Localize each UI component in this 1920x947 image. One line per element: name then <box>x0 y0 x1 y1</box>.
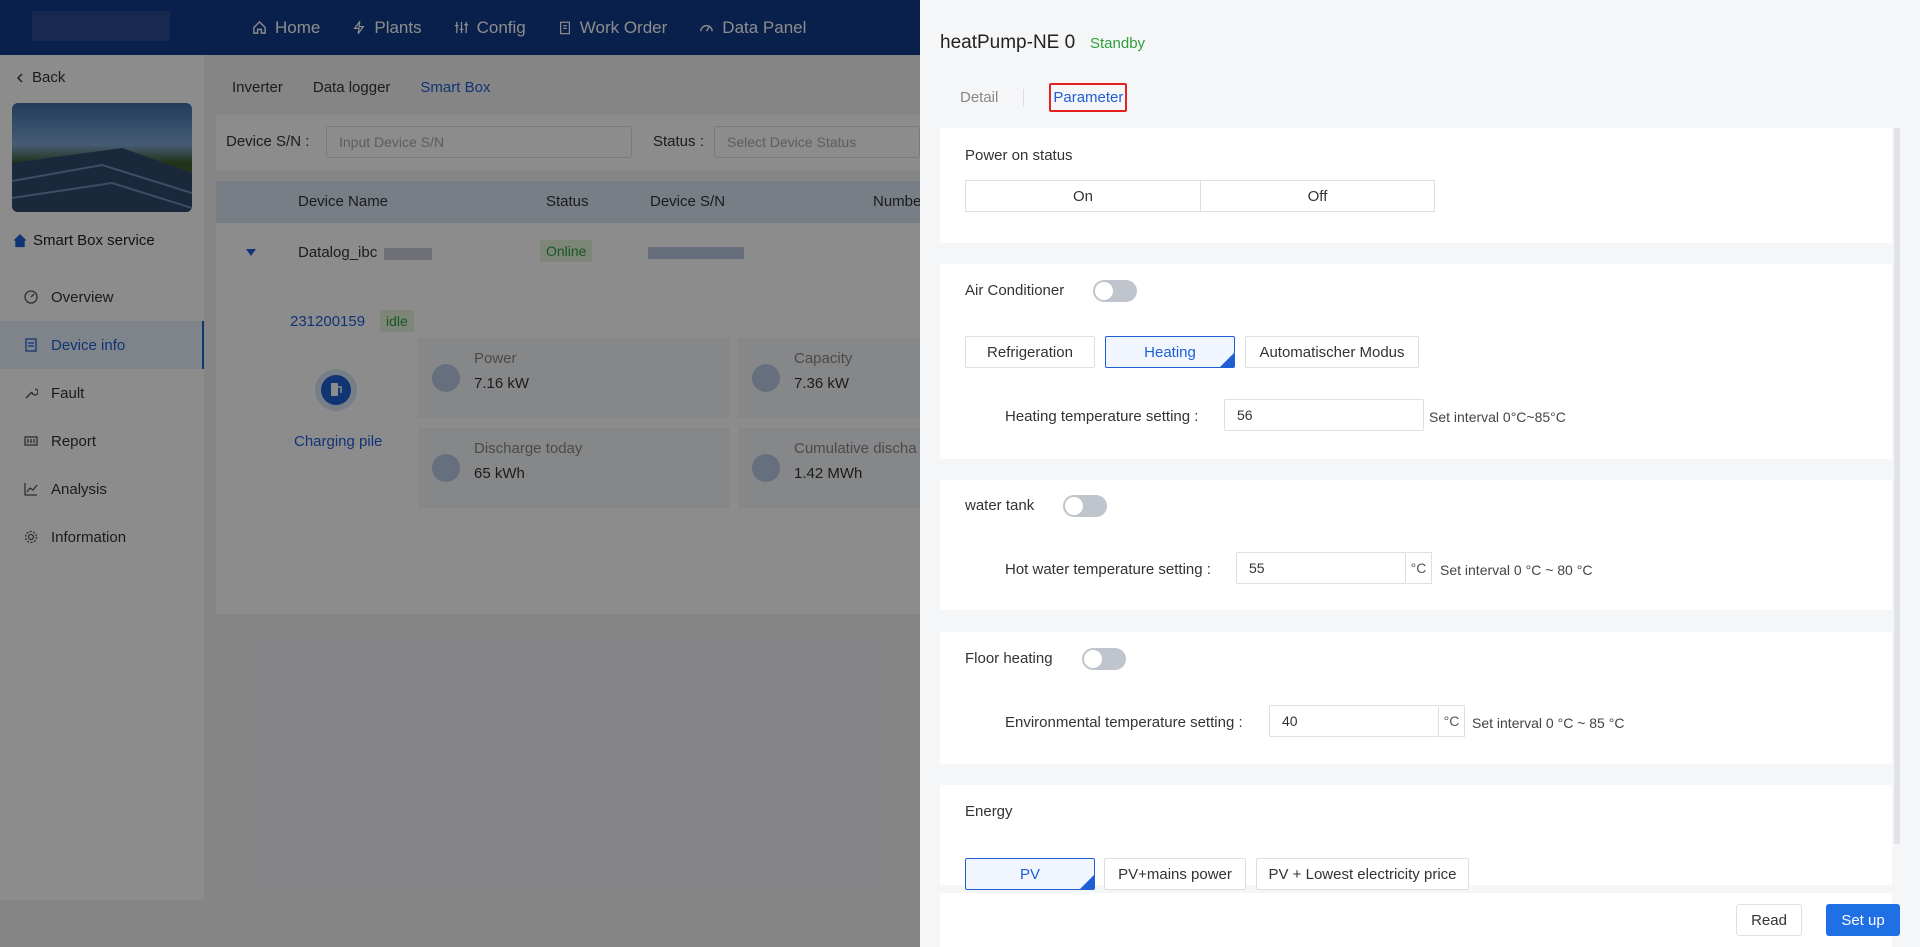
hot-water-temp-hint: Set interval 0 °C ~ 80 °C <box>1440 562 1593 578</box>
mode-refrigeration[interactable]: Refrigeration <box>965 336 1095 368</box>
tab-detail[interactable]: Detail <box>960 89 998 106</box>
tab-parameter[interactable]: Parameter <box>1049 83 1128 112</box>
hot-water-temp-label: Hot water temperature setting : <box>1005 561 1211 578</box>
mode-heating[interactable]: Heating <box>1105 336 1235 368</box>
hot-water-temp-unit: °C <box>1406 552 1432 584</box>
energy-section: Energy PV PV+mains power PV + Lowest ele… <box>940 785 1892 890</box>
heating-temp-input[interactable]: 56 <box>1224 399 1424 431</box>
drawer-tabs: Detail Parameter <box>960 83 1128 112</box>
power-on-button[interactable]: On <box>966 181 1200 211</box>
air-conditioner-section: Air Conditioner Refrigeration Heating Au… <box>940 264 1892 459</box>
setup-button[interactable]: Set up <box>1826 904 1900 936</box>
heating-temp-hint: Set interval 0°C~85°C <box>1429 409 1566 425</box>
power-toggle-group: On Off <box>965 180 1435 212</box>
tank-title: water tank <box>965 497 1035 514</box>
energy-pv[interactable]: PV <box>965 858 1095 890</box>
power-off-button[interactable]: Off <box>1200 181 1434 211</box>
env-temp-unit: °C <box>1439 705 1465 737</box>
hot-water-temp-input[interactable]: 55 <box>1236 552 1406 584</box>
power-section: Power on status On Off <box>940 128 1892 243</box>
floor-title: Floor heating <box>965 650 1053 667</box>
energy-title: Energy <box>965 803 1013 820</box>
device-status: Standby <box>1090 35 1146 52</box>
water-tank-section: water tank Hot water temperature setting… <box>940 480 1892 610</box>
drawer-title: heatPump-NE 0 <box>940 32 1076 53</box>
env-temp-input[interactable]: 40 <box>1269 705 1439 737</box>
mode-automatic[interactable]: Automatischer Modus <box>1245 336 1419 368</box>
ac-switch[interactable] <box>1093 280 1137 302</box>
energy-pv-mains[interactable]: PV+mains power <box>1104 858 1246 890</box>
env-temp-label: Environmental temperature setting : <box>1005 714 1243 731</box>
drawer-footer: Read Set up <box>940 893 1900 947</box>
modal-overlay[interactable] <box>0 0 920 947</box>
ac-title: Air Conditioner <box>965 282 1065 299</box>
tank-switch[interactable] <box>1063 495 1107 517</box>
env-temp-hint: Set interval 0 °C ~ 85 °C <box>1472 715 1625 731</box>
floor-heating-section: Floor heating Environmental temperature … <box>940 632 1892 764</box>
drawer-scrollbar[interactable] <box>1894 128 1900 844</box>
read-button[interactable]: Read <box>1736 904 1802 936</box>
heating-temp-label: Heating temperature setting : <box>1005 408 1199 425</box>
floor-switch[interactable] <box>1082 648 1126 670</box>
parameter-drawer: heatPump-NE 0 Standby Detail Parameter P… <box>920 0 1920 947</box>
energy-pv-lowest-price[interactable]: PV + Lowest electricity price <box>1256 858 1469 890</box>
power-title: Power on status <box>965 147 1073 164</box>
tab-divider <box>1023 88 1025 107</box>
